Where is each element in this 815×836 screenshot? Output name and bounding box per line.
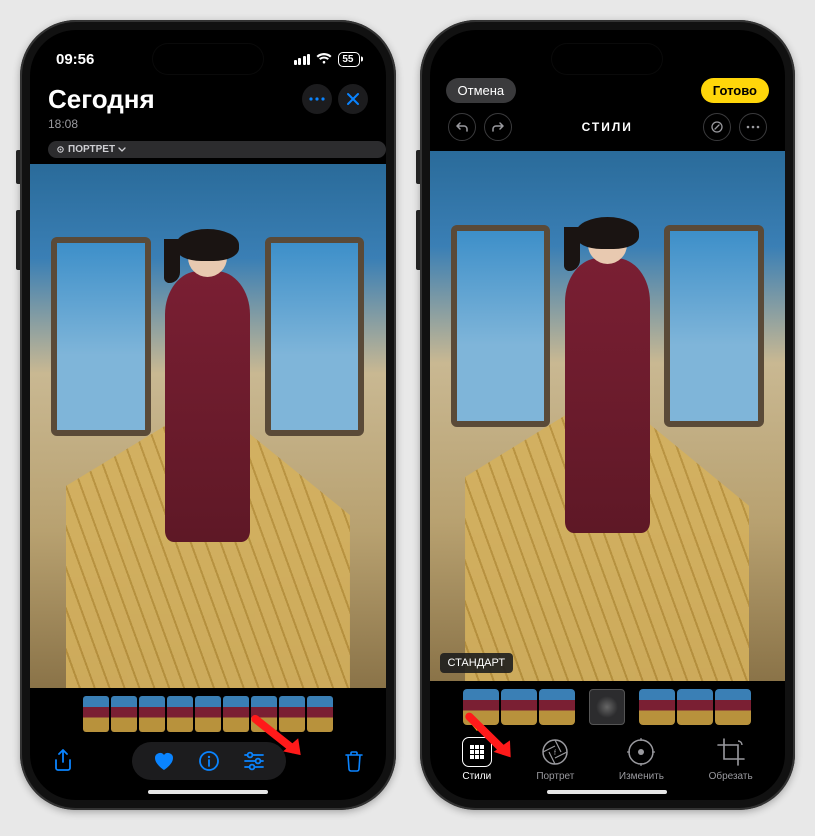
- thumbnail[interactable]: [279, 696, 305, 732]
- style-thumbnail[interactable]: [639, 689, 675, 725]
- photo-bg-window: [664, 225, 764, 426]
- cancel-button[interactable]: Отмена: [446, 78, 517, 103]
- photo-subject: [565, 225, 650, 607]
- photo-editor-canvas[interactable]: СТАНДАРТ: [430, 151, 786, 681]
- thumbnail-scrubber[interactable]: [30, 688, 386, 738]
- more-button[interactable]: [739, 113, 767, 141]
- thumbnail[interactable]: [111, 696, 137, 732]
- page-title: Сегодня: [48, 84, 155, 115]
- crop-icon: [716, 737, 746, 767]
- tab-portrait[interactable]: f Портрет: [536, 737, 574, 782]
- thumbnail[interactable]: [223, 696, 249, 732]
- thumbnail[interactable]: [307, 696, 333, 732]
- battery-icon: 55: [338, 52, 359, 67]
- thumbnail[interactable]: [167, 696, 193, 732]
- portrait-icon: [56, 145, 65, 154]
- done-button[interactable]: Готово: [701, 78, 769, 103]
- style-picker[interactable]: [430, 681, 786, 731]
- delete-button[interactable]: [344, 749, 364, 773]
- style-thumbnail[interactable]: [715, 689, 751, 725]
- svg-text:f: f: [554, 750, 556, 757]
- aperture-icon: f: [540, 737, 570, 767]
- chevron-down-icon: [118, 147, 126, 153]
- phone-frame-left: 09:56 55 Сегодня 18:08: [20, 20, 396, 810]
- dynamic-island: [153, 44, 263, 74]
- tab-crop[interactable]: Обрезать: [709, 737, 753, 782]
- photo-viewer[interactable]: [30, 164, 386, 688]
- adjust-icon: [626, 737, 656, 767]
- style-thumbnail[interactable]: [463, 689, 499, 725]
- photo-bg-window: [265, 237, 365, 436]
- edit-header: Отмена Готово: [430, 78, 786, 107]
- phone-frame-right: Отмена Готово СТИЛИ: [420, 20, 796, 810]
- page-subtitle: 18:08: [48, 117, 155, 131]
- photo-header: Сегодня 18:08: [30, 80, 386, 137]
- redo-button[interactable]: [484, 113, 512, 141]
- screen-right: Отмена Готово СТИЛИ: [430, 30, 786, 800]
- cellular-icon: [294, 54, 311, 65]
- tab-styles-label: Стили: [462, 771, 491, 782]
- status-indicators: 55: [294, 52, 360, 67]
- tab-adjust[interactable]: Изменить: [619, 737, 664, 782]
- photo-bg-window: [51, 237, 151, 436]
- portrait-badge[interactable]: ПОРТРЕТ: [48, 141, 386, 158]
- photo-subject: [165, 237, 250, 614]
- close-button[interactable]: [338, 84, 368, 114]
- home-indicator[interactable]: [547, 790, 667, 794]
- undo-button[interactable]: [448, 113, 476, 141]
- home-indicator[interactable]: [148, 790, 268, 794]
- edit-mode-title: СТИЛИ: [582, 120, 633, 134]
- info-button[interactable]: [198, 750, 220, 772]
- grid-icon: [469, 744, 485, 760]
- wifi-icon: [316, 53, 332, 65]
- screen-left: 09:56 55 Сегодня 18:08: [30, 30, 386, 800]
- markup-button[interactable]: [703, 113, 731, 141]
- style-thumbnail[interactable]: [677, 689, 713, 725]
- thumbnail[interactable]: [195, 696, 221, 732]
- style-thumbnail[interactable]: [501, 689, 537, 725]
- tab-portrait-label: Портрет: [536, 771, 574, 782]
- edit-subheader: СТИЛИ: [430, 107, 786, 151]
- share-button[interactable]: [52, 748, 74, 774]
- more-button[interactable]: [302, 84, 332, 114]
- thumbnail[interactable]: [139, 696, 165, 732]
- tab-adjust-label: Изменить: [619, 771, 664, 782]
- edit-button[interactable]: [242, 751, 266, 771]
- style-thumbnail[interactable]: [539, 689, 575, 725]
- status-time: 09:56: [56, 51, 94, 68]
- dynamic-island: [552, 44, 662, 74]
- style-thumbnail-selected[interactable]: [589, 689, 625, 725]
- tab-styles[interactable]: Стили: [462, 737, 492, 782]
- favorite-button[interactable]: [152, 750, 176, 772]
- thumbnail[interactable]: [251, 696, 277, 732]
- thumbnail[interactable]: [83, 696, 109, 732]
- current-style-label: СТАНДАРТ: [440, 653, 514, 673]
- photo-bg-window: [451, 225, 551, 426]
- tab-crop-label: Обрезать: [709, 771, 753, 782]
